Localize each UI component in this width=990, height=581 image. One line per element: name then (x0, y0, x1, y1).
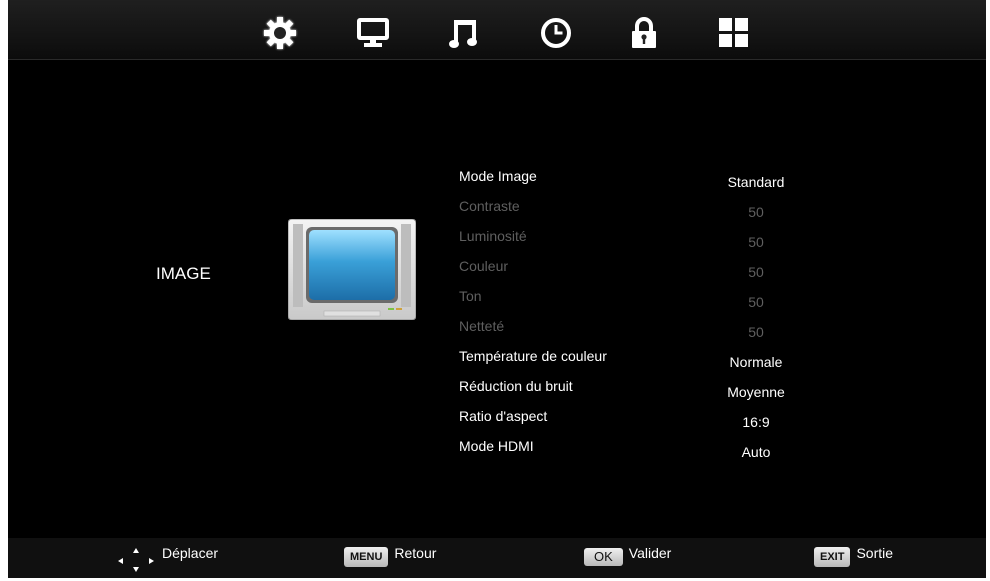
hint-exit: EXIT Sortie (814, 538, 893, 578)
menu-item-contraste: Contraste (459, 198, 520, 214)
hint-ok-label: Valider (628, 545, 672, 561)
value-luminosite: 50 (748, 234, 764, 250)
value-ratio-aspect[interactable]: 16:9 (696, 414, 816, 430)
hint-menu-label: Retour (394, 545, 437, 561)
menu-item-temperature-couleur[interactable]: Température de couleur (459, 348, 607, 364)
gear-icon[interactable] (260, 17, 300, 55)
menu-key[interactable]: MENU (344, 547, 389, 567)
arrows-icon (116, 542, 156, 574)
menu-item-mode-hdmi[interactable]: Mode HDMI (459, 438, 534, 454)
hint-move: Déplacer (116, 538, 218, 578)
value-mode-hdmi[interactable]: Auto (696, 444, 816, 460)
menu-item-ton: Ton (459, 288, 482, 304)
value-reduction-bruit[interactable]: Moyenne (696, 384, 816, 400)
clock-icon[interactable] (536, 17, 576, 55)
hint-move-label: Déplacer (162, 545, 219, 561)
value-temperature-couleur[interactable]: Normale (696, 354, 816, 370)
hint-ok: OK Valider (584, 538, 671, 578)
section-title: IMAGE (156, 264, 211, 283)
exit-key[interactable]: EXIT (814, 547, 851, 567)
menu-item-luminosite: Luminosité (459, 228, 527, 244)
value-couleur: 50 (748, 264, 764, 280)
tv-icon (287, 218, 417, 321)
menu-item-couleur: Couleur (459, 258, 509, 274)
value-nettete: 50 (748, 324, 764, 340)
button-hint-bar: Déplacer MENU Retour OK Valider EXIT Sor… (8, 538, 986, 578)
hint-exit-label: Sortie (856, 545, 894, 561)
value-mode-image[interactable]: Standard (696, 174, 816, 190)
lock-icon[interactable] (624, 17, 664, 55)
category-tab-bar (8, 0, 986, 60)
music-note-icon[interactable] (444, 17, 484, 55)
value-ton: 50 (748, 294, 764, 310)
menu-item-mode-image[interactable]: Mode Image (459, 168, 537, 184)
menu-item-reduction-bruit[interactable]: Réduction du bruit (459, 378, 573, 394)
grid-icon[interactable] (714, 17, 754, 55)
monitor-icon[interactable] (353, 17, 393, 55)
ok-key[interactable]: OK (584, 548, 623, 566)
menu-item-ratio-aspect[interactable]: Ratio d'aspect (459, 408, 547, 424)
tv-menu-screen: IMAGE Mode Image Contraste Luminosité Co… (8, 0, 986, 578)
hint-menu: MENU Retour (344, 538, 436, 578)
value-contraste: 50 (748, 204, 764, 220)
menu-item-nettete: Netteté (459, 318, 505, 334)
